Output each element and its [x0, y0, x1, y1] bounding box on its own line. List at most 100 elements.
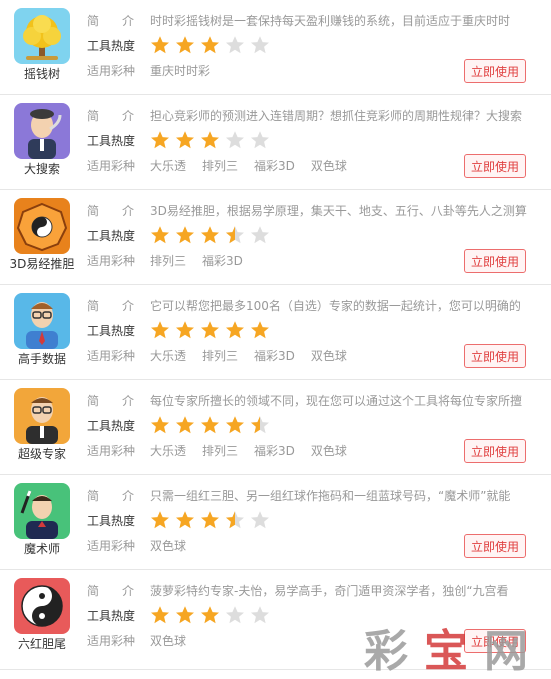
rating-star	[175, 35, 195, 55]
rating-star	[200, 510, 220, 530]
intro-label: 简	[87, 394, 100, 408]
rating-star	[150, 605, 170, 625]
rating-star	[150, 415, 170, 435]
tool-description: 每位专家所擅长的领域不同，现在您可以通过这个工具将每位专家所擅	[150, 394, 523, 408]
intro-label: 简	[87, 489, 100, 503]
use-now-button[interactable]: 立即使用	[464, 249, 526, 273]
heat-label: 工具热度	[87, 609, 136, 623]
detective-icon[interactable]	[14, 103, 70, 159]
heat-label: 工具热度	[87, 229, 136, 243]
intro-label: 简	[87, 14, 100, 28]
tool-description: 3D易经推胆，根据易学原理，集天干、地支、五行、八卦等先人之测算	[150, 204, 527, 218]
rating-star	[250, 510, 270, 530]
rating-star	[225, 605, 245, 625]
rating-star	[200, 320, 220, 340]
lottery-type: 大乐透	[150, 349, 187, 363]
heat-label: 工具热度	[87, 514, 136, 528]
intro-label: 介	[122, 14, 135, 28]
lottery-label: 适用彩种	[87, 64, 136, 78]
rating-star	[250, 225, 270, 245]
lottery-list: 双色球	[150, 632, 202, 649]
tool-description: 只需一组红三胆、另一组红球作拖码和一组蓝球号码，“魔术师”就能	[150, 489, 511, 503]
lottery-label: 适用彩种	[87, 349, 136, 363]
lottery-label: 适用彩种	[87, 254, 136, 268]
lottery-type: 大乐透	[150, 444, 187, 458]
tool-name[interactable]: 大搜索	[6, 161, 78, 177]
use-now-button[interactable]: 立即使用	[464, 534, 526, 558]
rating-star	[175, 510, 195, 530]
rating-star	[225, 320, 245, 340]
tool-name[interactable]: 3D易经推胆	[6, 256, 78, 272]
lottery-type: 排列三	[150, 254, 187, 268]
heat-label: 工具热度	[87, 39, 136, 53]
rating-star	[200, 130, 220, 150]
yin-yang-icon[interactable]	[14, 578, 70, 634]
lottery-type: 双色球	[310, 349, 347, 363]
rating-star	[225, 35, 245, 55]
tool-name[interactable]: 超级专家	[6, 446, 78, 462]
lottery-label: 适用彩种	[87, 444, 136, 458]
intro-label: 介	[122, 489, 135, 503]
intro-label: 简	[87, 109, 100, 123]
intro-label: 介	[122, 299, 135, 313]
lottery-type: 双色球	[310, 159, 347, 173]
use-now-button[interactable]: 立即使用	[464, 59, 526, 83]
super-expert-icon[interactable]	[14, 388, 70, 444]
rating-star	[150, 130, 170, 150]
rating-star	[250, 35, 270, 55]
lottery-list: 排列三 福彩3D	[150, 252, 259, 269]
use-now-button[interactable]: 立即使用	[464, 629, 526, 653]
lottery-list: 重庆时时彩	[150, 62, 226, 79]
rating-star	[250, 130, 270, 150]
lottery-type: 福彩3D	[254, 349, 295, 363]
lottery-type: 排列三	[202, 444, 239, 458]
lottery-list: 大乐透 排列三 福彩3D 双色球	[150, 347, 363, 364]
money-tree-icon[interactable]	[14, 8, 70, 64]
rating-star	[225, 130, 245, 150]
rating-star	[150, 510, 170, 530]
tool-row: 3D易经推胆 简 介 3D易经推胆，根据易学原理，集天干、地支、五行、八卦等先人…	[0, 190, 551, 285]
intro-label: 介	[122, 394, 135, 408]
rating-star	[200, 35, 220, 55]
lottery-type: 重庆时时彩	[150, 64, 211, 78]
expert-icon[interactable]	[14, 293, 70, 349]
magician-icon[interactable]	[14, 483, 70, 539]
tool-name[interactable]: 魔术师	[6, 541, 78, 557]
tool-name[interactable]: 高手数据	[6, 351, 78, 367]
lottery-type: 福彩3D	[254, 444, 295, 458]
rating-star	[150, 320, 170, 340]
lottery-type: 福彩3D	[202, 254, 243, 268]
tool-row: 高手数据 简 介 它可以帮您把最多100名（自选）专家的数据一起统计，您可以明确…	[0, 285, 551, 380]
intro-label: 介	[122, 584, 135, 598]
lottery-list: 大乐透 排列三 福彩3D 双色球	[150, 442, 363, 459]
lottery-type: 双色球	[150, 539, 187, 553]
lottery-type: 福彩3D	[254, 159, 295, 173]
rating-star	[200, 415, 220, 435]
rating-star	[225, 225, 245, 245]
tool-description: 担心竞彩师的预测进入连错周期？想抓住竞彩师的周期性规律？大搜索	[150, 109, 523, 123]
lottery-label: 适用彩种	[87, 159, 136, 173]
rating-star	[175, 320, 195, 340]
use-now-button[interactable]: 立即使用	[464, 344, 526, 368]
use-now-button[interactable]: 立即使用	[464, 439, 526, 463]
tool-name[interactable]: 摇钱树	[6, 66, 78, 82]
tool-description: 它可以帮您把最多100名（自选）专家的数据一起统计，您可以明确的	[150, 299, 521, 313]
rating-star	[200, 225, 220, 245]
intro-label: 简	[87, 584, 100, 598]
tool-description: 菠萝彩特约专家-夫怡，易学高手，奇门遁甲资深学者，独创“九宫看	[150, 584, 509, 598]
lottery-type: 双色球	[310, 444, 347, 458]
intro-label: 介	[122, 204, 135, 218]
tool-row: 超级专家 简 介 每位专家所擅长的领域不同，现在您可以通过这个工具将每位专家所擅…	[0, 380, 551, 475]
tool-row: 大搜索 简 介 担心竞彩师的预测进入连错周期？想抓住竞彩师的周期性规律？大搜索 …	[0, 95, 551, 190]
lottery-type: 排列三	[202, 349, 239, 363]
use-now-button[interactable]: 立即使用	[464, 154, 526, 178]
tool-row: 摇钱树 简 介 时时彩摇钱树是一套保持每天盈利赚钱的系统，目前适应于重庆时时 工…	[0, 0, 551, 95]
rating-star	[225, 510, 245, 530]
rating-star	[175, 415, 195, 435]
tool-description: 时时彩摇钱树是一套保持每天盈利赚钱的系统，目前适应于重庆时时	[150, 14, 511, 28]
rating-star	[175, 225, 195, 245]
rating-star	[150, 35, 170, 55]
bagua-icon[interactable]	[14, 198, 70, 254]
tool-name[interactable]: 六红胆尾	[6, 636, 78, 652]
tool-list: 摇钱树 简 介 时时彩摇钱树是一套保持每天盈利赚钱的系统，目前适应于重庆时时 工…	[0, 0, 551, 670]
